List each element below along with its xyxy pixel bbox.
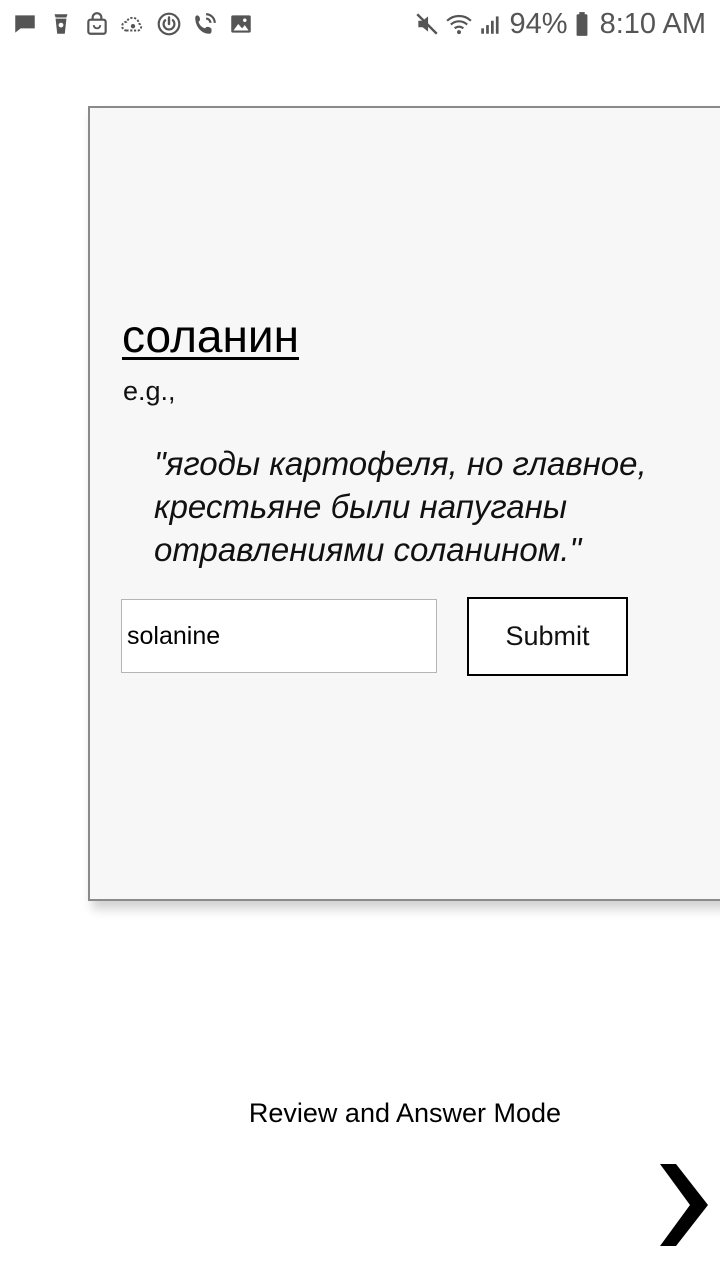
flashcard: соланин e.g., "ягоды картофеля, но главн… (88, 106, 720, 901)
status-bar: 94% 8:10 AM (0, 0, 720, 50)
answer-input[interactable] (121, 599, 437, 673)
notification-icons (12, 9, 254, 39)
wifi-icon (445, 11, 472, 37)
mode-label: Review and Answer Mode (248, 1098, 562, 1128)
next-button[interactable] (652, 1160, 714, 1250)
submit-button[interactable]: Submit (467, 597, 628, 676)
wifi-call-icon (192, 11, 218, 37)
mute-icon (414, 11, 440, 37)
example-sentence: "ягоды картофеля, но главное, крестьяне … (154, 445, 647, 568)
coffee-cup-icon (48, 11, 74, 37)
example-label: e.g., (123, 376, 176, 406)
clock: 8:10 AM (599, 7, 706, 40)
image-icon (228, 11, 254, 37)
system-indicators: 94% 8:10 AM (414, 8, 706, 40)
chat-bubble-icon (12, 11, 38, 37)
signal-icon (478, 11, 504, 37)
battery-icon (574, 11, 590, 37)
chevron-right-icon (660, 1164, 708, 1246)
cloud-sync-icon (120, 11, 146, 37)
battery-percentage: 94% (509, 7, 568, 40)
vocabulary-term: соланин (122, 310, 300, 362)
shopping-bag-icon (84, 11, 110, 37)
power-ring-icon (156, 11, 182, 37)
